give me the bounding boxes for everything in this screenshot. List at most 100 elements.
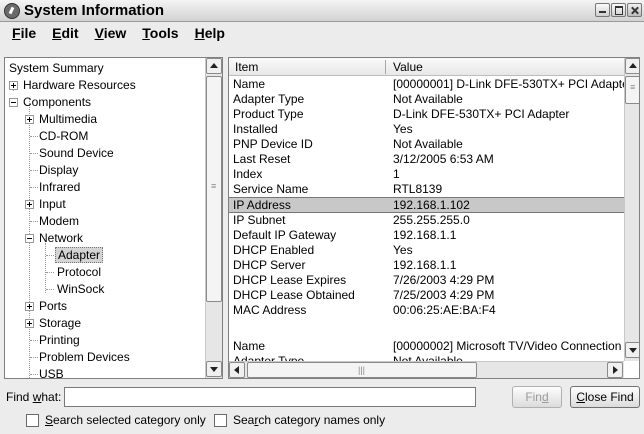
- list-row[interactable]: Service Name RTL8139: [229, 182, 624, 197]
- list-row[interactable]: DHCP Lease Expires 7/26/2003 4:29 PM: [229, 273, 624, 288]
- maximize-button[interactable]: [611, 3, 626, 17]
- tree-item-components[interactable]: Components: [9, 94, 91, 111]
- tree-item-display[interactable]: Display: [39, 162, 78, 179]
- tree-connector: [30, 170, 38, 171]
- grip-icon: |||: [358, 365, 366, 375]
- column-header-item[interactable]: Item: [229, 58, 385, 76]
- tree-item-usb[interactable]: USB: [39, 366, 64, 378]
- expand-plus-icon[interactable]: [25, 200, 34, 209]
- tree-item-sound-device[interactable]: Sound Device: [39, 145, 114, 162]
- category-tree[interactable]: System Summary Hardware Resources Compon…: [4, 57, 223, 379]
- row-item: Index: [233, 167, 263, 181]
- scroll-left-button[interactable]: [229, 362, 245, 378]
- scroll-up-button[interactable]: [206, 58, 222, 74]
- tree-item-adapter[interactable]: Adapter: [55, 247, 104, 264]
- row-value: D-Link DFE-530TX+ PCI Adapter: [393, 107, 570, 121]
- expand-plus-icon[interactable]: [25, 319, 34, 328]
- tree-item-label: Sound Device: [39, 146, 114, 160]
- list-row-selected[interactable]: IP Address 192.168.1.102: [229, 197, 624, 213]
- list-row[interactable]: PNP Device ID Not Available: [229, 137, 624, 152]
- column-header-value[interactable]: Value: [387, 58, 624, 76]
- expand-plus-icon[interactable]: [25, 302, 34, 311]
- list-row[interactable]: Name [00000001] D-Link DFE-530TX+ PCI Ada…: [229, 77, 633, 92]
- row-item: Name: [233, 77, 266, 91]
- tree-item-ports[interactable]: Ports: [25, 298, 67, 315]
- tree-connector: [45, 243, 46, 293]
- row-item: Installed: [233, 122, 278, 136]
- row-value: 7/26/2003 4:29 PM: [393, 273, 495, 287]
- menu-tools[interactable]: Tools: [134, 23, 186, 43]
- collapse-minus-icon[interactable]: [9, 98, 18, 107]
- tree-item-modem[interactable]: Modem: [39, 213, 79, 230]
- row-item: Default IP Gateway: [233, 228, 337, 242]
- list-row[interactable]: Index 1: [229, 167, 624, 182]
- close-button[interactable]: [627, 3, 642, 17]
- list-row[interactable]: IP Subnet 255.255.255.0: [229, 213, 624, 228]
- minimize-button[interactable]: [595, 3, 610, 17]
- list-row-blank[interactable]: [229, 318, 624, 333]
- row-item: Name: [233, 339, 266, 353]
- list-row[interactable]: DHCP Enabled Yes: [229, 243, 624, 258]
- details-list[interactable]: Item Value Name [00000001] D-Link DFE-530…: [228, 57, 640, 379]
- list-row[interactable]: Product Type D-Link DFE-530TX+ PCI Adapte…: [229, 107, 624, 122]
- list-row[interactable]: Default IP Gateway 192.168.1.1: [229, 228, 624, 243]
- tree-vertical-scrollbar[interactable]: ≡: [205, 58, 222, 378]
- tree-item-winsock[interactable]: WinSock: [57, 281, 104, 298]
- menu-help[interactable]: Help: [187, 23, 233, 43]
- tree-item-network[interactable]: Network: [25, 230, 83, 247]
- scroll-thumb[interactable]: ≡: [206, 76, 222, 302]
- menu-view-mnemonic: V: [94, 25, 104, 41]
- row-item: DHCP Enabled: [233, 243, 315, 257]
- tree-connector: [30, 153, 38, 154]
- menu-file[interactable]: File: [4, 23, 44, 43]
- checkbox-box[interactable]: [26, 414, 39, 427]
- menu-view[interactable]: View: [87, 23, 135, 43]
- checkbox-label-mnemonic: S: [45, 413, 54, 427]
- list-row[interactable]: Name [00000002] Microsoft TV/Video Connec…: [229, 339, 624, 354]
- list-row[interactable]: Last Reset 3/12/2005 6:53 AM: [229, 152, 624, 167]
- tree-item-problem-devices[interactable]: Problem Devices: [39, 349, 130, 366]
- expand-plus-icon[interactable]: [25, 115, 34, 124]
- tree-item-input[interactable]: Input: [25, 196, 66, 213]
- scroll-down-button[interactable]: [206, 361, 222, 377]
- list-row[interactable]: DHCP Server 192.168.1.1: [229, 258, 624, 273]
- tree-item-cd-rom[interactable]: CD-ROM: [39, 128, 88, 145]
- checkbox-label-post: earch selected category only: [53, 413, 206, 427]
- tree-item-storage[interactable]: Storage: [25, 315, 81, 332]
- scroll-thumb[interactable]: ≡: [625, 76, 639, 104]
- list-row[interactable]: MAC Address 00:06:25:AE:BA:F4: [229, 303, 624, 318]
- search-selected-category-checkbox[interactable]: Search selected category only: [26, 412, 206, 428]
- tree-item-system-summary[interactable]: System Summary: [9, 60, 104, 77]
- expand-plus-icon[interactable]: [9, 81, 18, 90]
- menu-help-label: elp: [204, 25, 225, 41]
- scroll-right-button[interactable]: [607, 362, 623, 378]
- list-row[interactable]: Adapter Type Not Available: [229, 92, 624, 107]
- title-bar[interactable]: System Information: [0, 0, 644, 22]
- tree-item-hardware-resources[interactable]: Hardware Resources: [9, 77, 136, 94]
- search-category-names-checkbox[interactable]: Search category names only: [214, 412, 385, 428]
- tree-item-infrared[interactable]: Infrared: [39, 179, 80, 196]
- row-value: 7/25/2003 4:29 PM: [393, 288, 495, 302]
- row-item: IP Address: [233, 198, 291, 212]
- scroll-up-button[interactable]: [625, 58, 639, 74]
- scroll-down-button[interactable]: [625, 342, 639, 358]
- row-value: 3/12/2005 6:53 AM: [393, 152, 494, 166]
- row-item: DHCP Lease Obtained: [233, 288, 355, 302]
- menu-edit[interactable]: Edit: [44, 23, 86, 43]
- column-divider[interactable]: [385, 60, 386, 74]
- row-value: RTL8139: [393, 182, 443, 196]
- find-button[interactable]: Find: [512, 386, 562, 408]
- tree-item-printing[interactable]: Printing: [39, 332, 80, 349]
- tree-item-protocol[interactable]: Protocol: [57, 264, 101, 281]
- scroll-thumb[interactable]: |||: [247, 362, 477, 378]
- list-row[interactable]: Installed Yes: [229, 122, 624, 137]
- list-row[interactable]: DHCP Lease Obtained 7/25/2003 4:29 PM: [229, 288, 624, 303]
- list-vertical-scrollbar[interactable]: ≡: [624, 58, 639, 361]
- list-horizontal-scrollbar[interactable]: |||: [229, 361, 624, 378]
- tree-item-label: WinSock: [57, 282, 105, 296]
- checkbox-box[interactable]: [214, 414, 227, 427]
- collapse-minus-icon[interactable]: [25, 234, 34, 243]
- tree-item-multimedia[interactable]: Multimedia: [25, 111, 97, 128]
- find-what-input[interactable]: [64, 387, 476, 407]
- close-find-button[interactable]: Close Find: [570, 386, 640, 408]
